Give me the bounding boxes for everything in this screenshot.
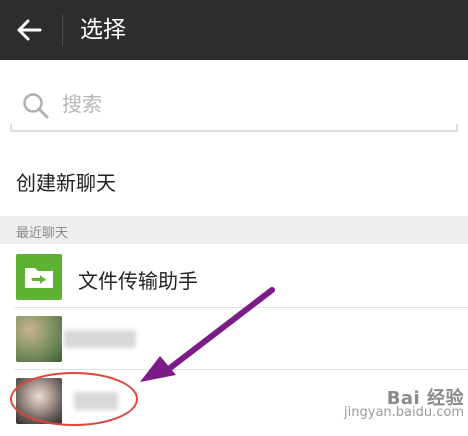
blurred-photo-avatar — [16, 316, 62, 362]
arrow-left-icon — [17, 19, 42, 41]
list-item-contact[interactable] — [0, 308, 468, 370]
create-new-chat-label: 创建新聊天 — [16, 171, 116, 195]
create-new-chat-item[interactable]: 创建新聊天 — [0, 150, 468, 210]
search-bar — [10, 76, 458, 132]
watermark-url: jingyan.baidu.com — [344, 405, 464, 420]
search-input[interactable] — [62, 86, 442, 122]
recent-chats-header: 最近聊天 — [0, 216, 468, 244]
list-item-file-transfer[interactable]: 文件传输助手 — [0, 246, 468, 308]
blurred-contact-name — [64, 330, 136, 348]
header-divider — [62, 14, 63, 46]
watermark-logo: Bai 经验 — [386, 388, 464, 409]
page-title: 选择 — [80, 17, 126, 43]
annotation-red-circle — [10, 372, 138, 426]
baidu-jingyan-watermark: Bai 经验 jingyan.baidu.com — [340, 388, 464, 432]
top-bar: 选择 — [0, 0, 468, 60]
file-transfer-avatar — [16, 254, 62, 300]
search-underline — [10, 124, 458, 132]
search-icon — [23, 93, 49, 119]
list-item-name: 文件传输助手 — [78, 269, 198, 293]
file-transfer-folder-icon — [25, 268, 53, 288]
recent-chats-label: 最近聊天 — [16, 226, 69, 241]
back-button[interactable] — [12, 14, 46, 46]
